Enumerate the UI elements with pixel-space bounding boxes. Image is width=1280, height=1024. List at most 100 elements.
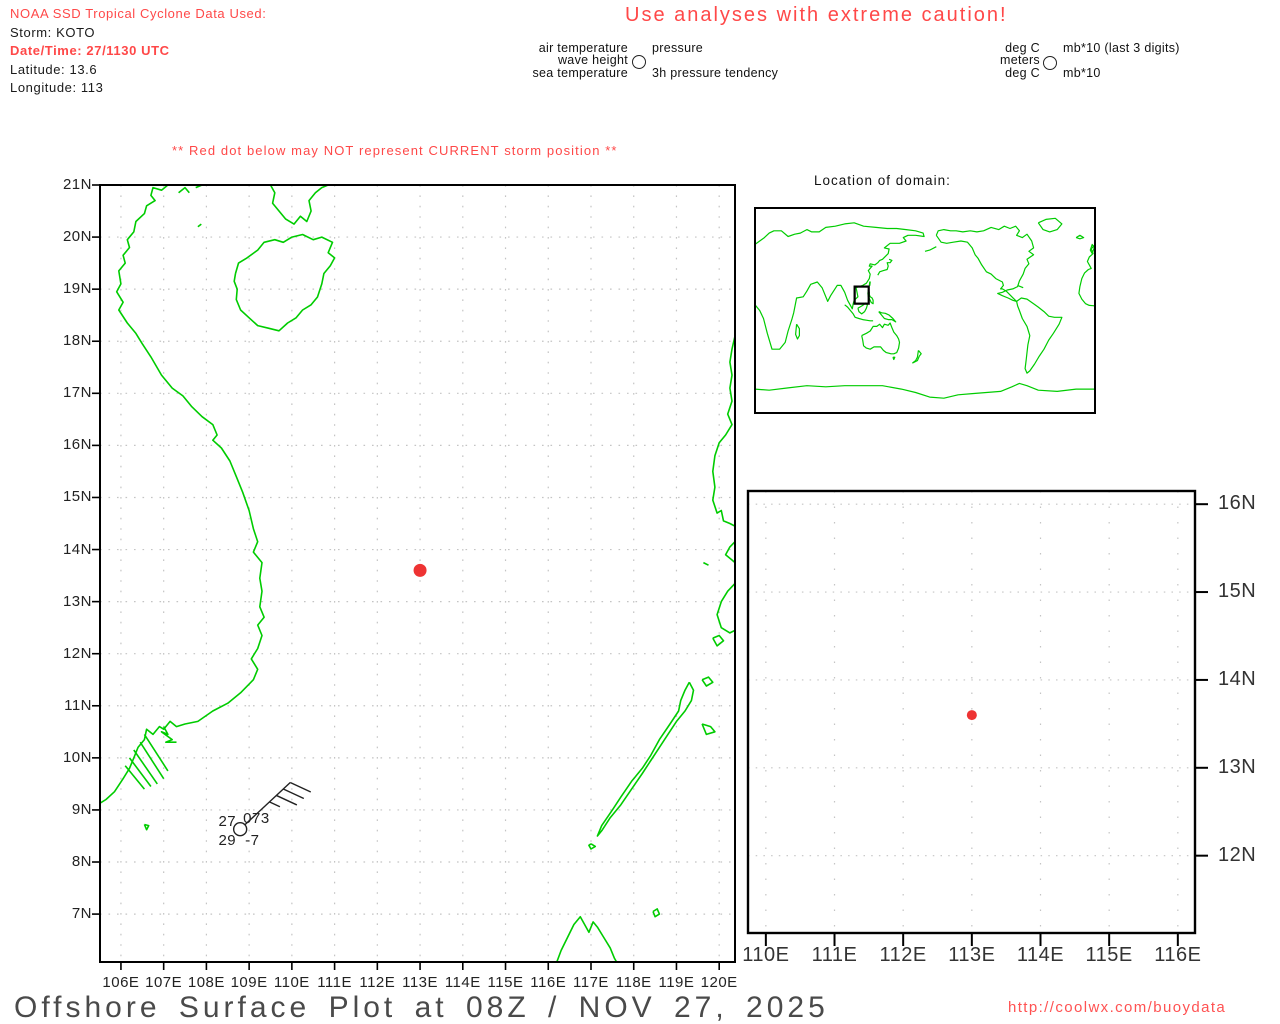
coastline xyxy=(269,185,329,225)
coastline xyxy=(143,823,150,831)
legend-meters-label: meters xyxy=(999,53,1040,68)
coastline xyxy=(652,908,661,918)
source-url: http://coolwx.com/buoydata xyxy=(1008,999,1227,1016)
coastline xyxy=(556,915,618,962)
world-coastline xyxy=(861,322,901,355)
legend-wave-height-label: wave height xyxy=(557,53,628,68)
world-coastline xyxy=(1017,284,1024,289)
wind-barb-full xyxy=(283,788,305,800)
world-coastline xyxy=(1089,243,1095,254)
world-coastline xyxy=(755,382,1095,399)
main-lon-tick-label: 112E xyxy=(359,974,396,991)
coastline xyxy=(701,676,714,687)
main-lon-tick-label: 118E xyxy=(615,974,652,991)
main-lat-tick-label: 14N xyxy=(62,540,92,558)
storm-name-line: Storm: KOTO xyxy=(10,24,96,40)
inset-lon-tick-label: 110E xyxy=(742,944,790,966)
main-lon-tick-label: 107E xyxy=(145,974,183,991)
main-lon-tick-label: 116E xyxy=(530,974,567,991)
legend-pressure-tendency-label: 3h pressure tendency xyxy=(652,65,779,80)
world-coastline xyxy=(794,323,801,340)
main-lon-tick-label: 110E xyxy=(273,974,310,991)
inset-lat-tick-label: 16N xyxy=(1218,492,1257,515)
main-lat-tick-label: 12N xyxy=(62,644,92,662)
main-lon-tick-label: 119E xyxy=(658,974,695,991)
legend-mb10-label: mb*10 xyxy=(1063,65,1101,80)
main-lat-tick-label: 18N xyxy=(62,332,92,350)
world-coastline xyxy=(912,350,922,364)
station-sea-temp: 29 xyxy=(218,832,237,850)
inset-lat-tick-label: 14N xyxy=(1218,667,1257,690)
world-coastline xyxy=(1075,234,1085,240)
wind-barb-half xyxy=(269,801,281,808)
storm-info-block: NOAA SSD Tropical Cyclone Data Used: Sto… xyxy=(10,5,266,98)
coastline xyxy=(178,186,190,194)
storm-position-warning: ** Red dot below may NOT represent CURRE… xyxy=(172,143,618,158)
main-lon-tick-label: 120E xyxy=(700,974,738,991)
main-lon-tick-label: 113E xyxy=(402,974,439,991)
main-lat-tick-label: 11N xyxy=(64,696,92,714)
coastline xyxy=(701,723,716,736)
main-lon-tick-label: 108E xyxy=(187,974,225,991)
inset-lon-tick-label: 114E xyxy=(1016,944,1065,966)
world-coastlines xyxy=(755,217,1095,399)
coastline xyxy=(100,185,265,804)
main-lat-tick-label: 13N xyxy=(62,592,92,610)
main-lon-tick-label: 106E xyxy=(102,974,140,991)
main-lat-tick-label: 15N xyxy=(62,488,92,506)
world-coastline xyxy=(924,246,937,252)
main-lat-tick-label: 7N xyxy=(71,905,92,923)
coastline xyxy=(139,741,165,780)
wind-barb-full xyxy=(289,781,312,793)
world-coastline xyxy=(877,258,893,276)
coastline xyxy=(703,561,709,566)
inset-storm-position-dot xyxy=(966,710,977,721)
legend-mb10-last3-label: mb*10 (last 3 digits) xyxy=(1063,41,1180,55)
main-lat-tick-label: 10N xyxy=(62,748,92,766)
station-pressure-tendency: -7 xyxy=(245,832,260,850)
station-legend-params-left: air temperature wave height sea temperat… xyxy=(500,42,628,79)
coastline xyxy=(724,541,735,564)
legend-sea-temperature-label: sea temperature xyxy=(532,65,628,80)
station-model-circle-icon-units xyxy=(1043,56,1057,70)
inset-lat-tick-label: 12N xyxy=(1218,843,1257,866)
latitude-line: Latitude: 13.6 xyxy=(10,61,98,77)
offshore-surface-plot-page: NOAA SSD Tropical Cyclone Data Used: Sto… xyxy=(0,0,1280,1024)
inset-lon-tick-label: 115E xyxy=(1085,944,1133,966)
coastline xyxy=(711,335,735,527)
legend-degc-bottom-label: deg C xyxy=(1005,65,1040,80)
main-lon-tick-label: 117E xyxy=(573,974,609,991)
main-lat-tick-label: 17N xyxy=(62,384,92,402)
main-lat-tick-label: 20N xyxy=(62,228,92,246)
world-coastline xyxy=(892,356,896,361)
main-lat-tick-label: 19N xyxy=(62,280,92,298)
coastline xyxy=(124,765,146,790)
caution-banner: Use analyses with extreme caution! xyxy=(625,4,1008,26)
wind-barb-full xyxy=(276,794,298,806)
storm-position-dot xyxy=(413,563,427,577)
main-lon-tick-label: 115E xyxy=(487,974,524,991)
world-coastline xyxy=(935,225,1035,302)
world-coastline xyxy=(1037,217,1063,233)
world-coastline xyxy=(878,311,897,323)
domain-inset-title: Location of domain: xyxy=(814,173,951,188)
world-coastline xyxy=(755,222,925,350)
data-source-line: NOAA SSD Tropical Cyclone Data Used: xyxy=(10,6,267,21)
station-legend-params-right: pressure 3h pressure tendency xyxy=(652,42,778,79)
inset-lat-tick-label: 13N xyxy=(1218,755,1257,778)
inset-lon-tick-label: 111E xyxy=(811,944,858,966)
main-lat-tick-label: 9N xyxy=(71,800,92,818)
coastline xyxy=(588,843,597,850)
inset-lon-tick-label: 113E xyxy=(948,944,996,966)
station-air-temp: 27 xyxy=(218,813,237,831)
page-title: Offshore Surface Plot at 08Z / NOV 27, 2… xyxy=(14,991,829,1024)
legend-pressure-label: pressure xyxy=(652,41,704,55)
station-legend-units-right: mb*10 (last 3 digits) mb*10 xyxy=(1063,42,1180,79)
main-lat-tick-label: 21N xyxy=(62,176,92,193)
main-lat-tick-label: 16N xyxy=(62,436,92,454)
inset-lon-tick-label: 112E xyxy=(879,944,927,966)
inset-lat-tick-label: 15N xyxy=(1218,580,1257,603)
inset-lon-tick-label: 116E xyxy=(1154,944,1202,966)
longitude-line: Longitude: 113 xyxy=(10,80,104,95)
coastline xyxy=(712,634,725,647)
